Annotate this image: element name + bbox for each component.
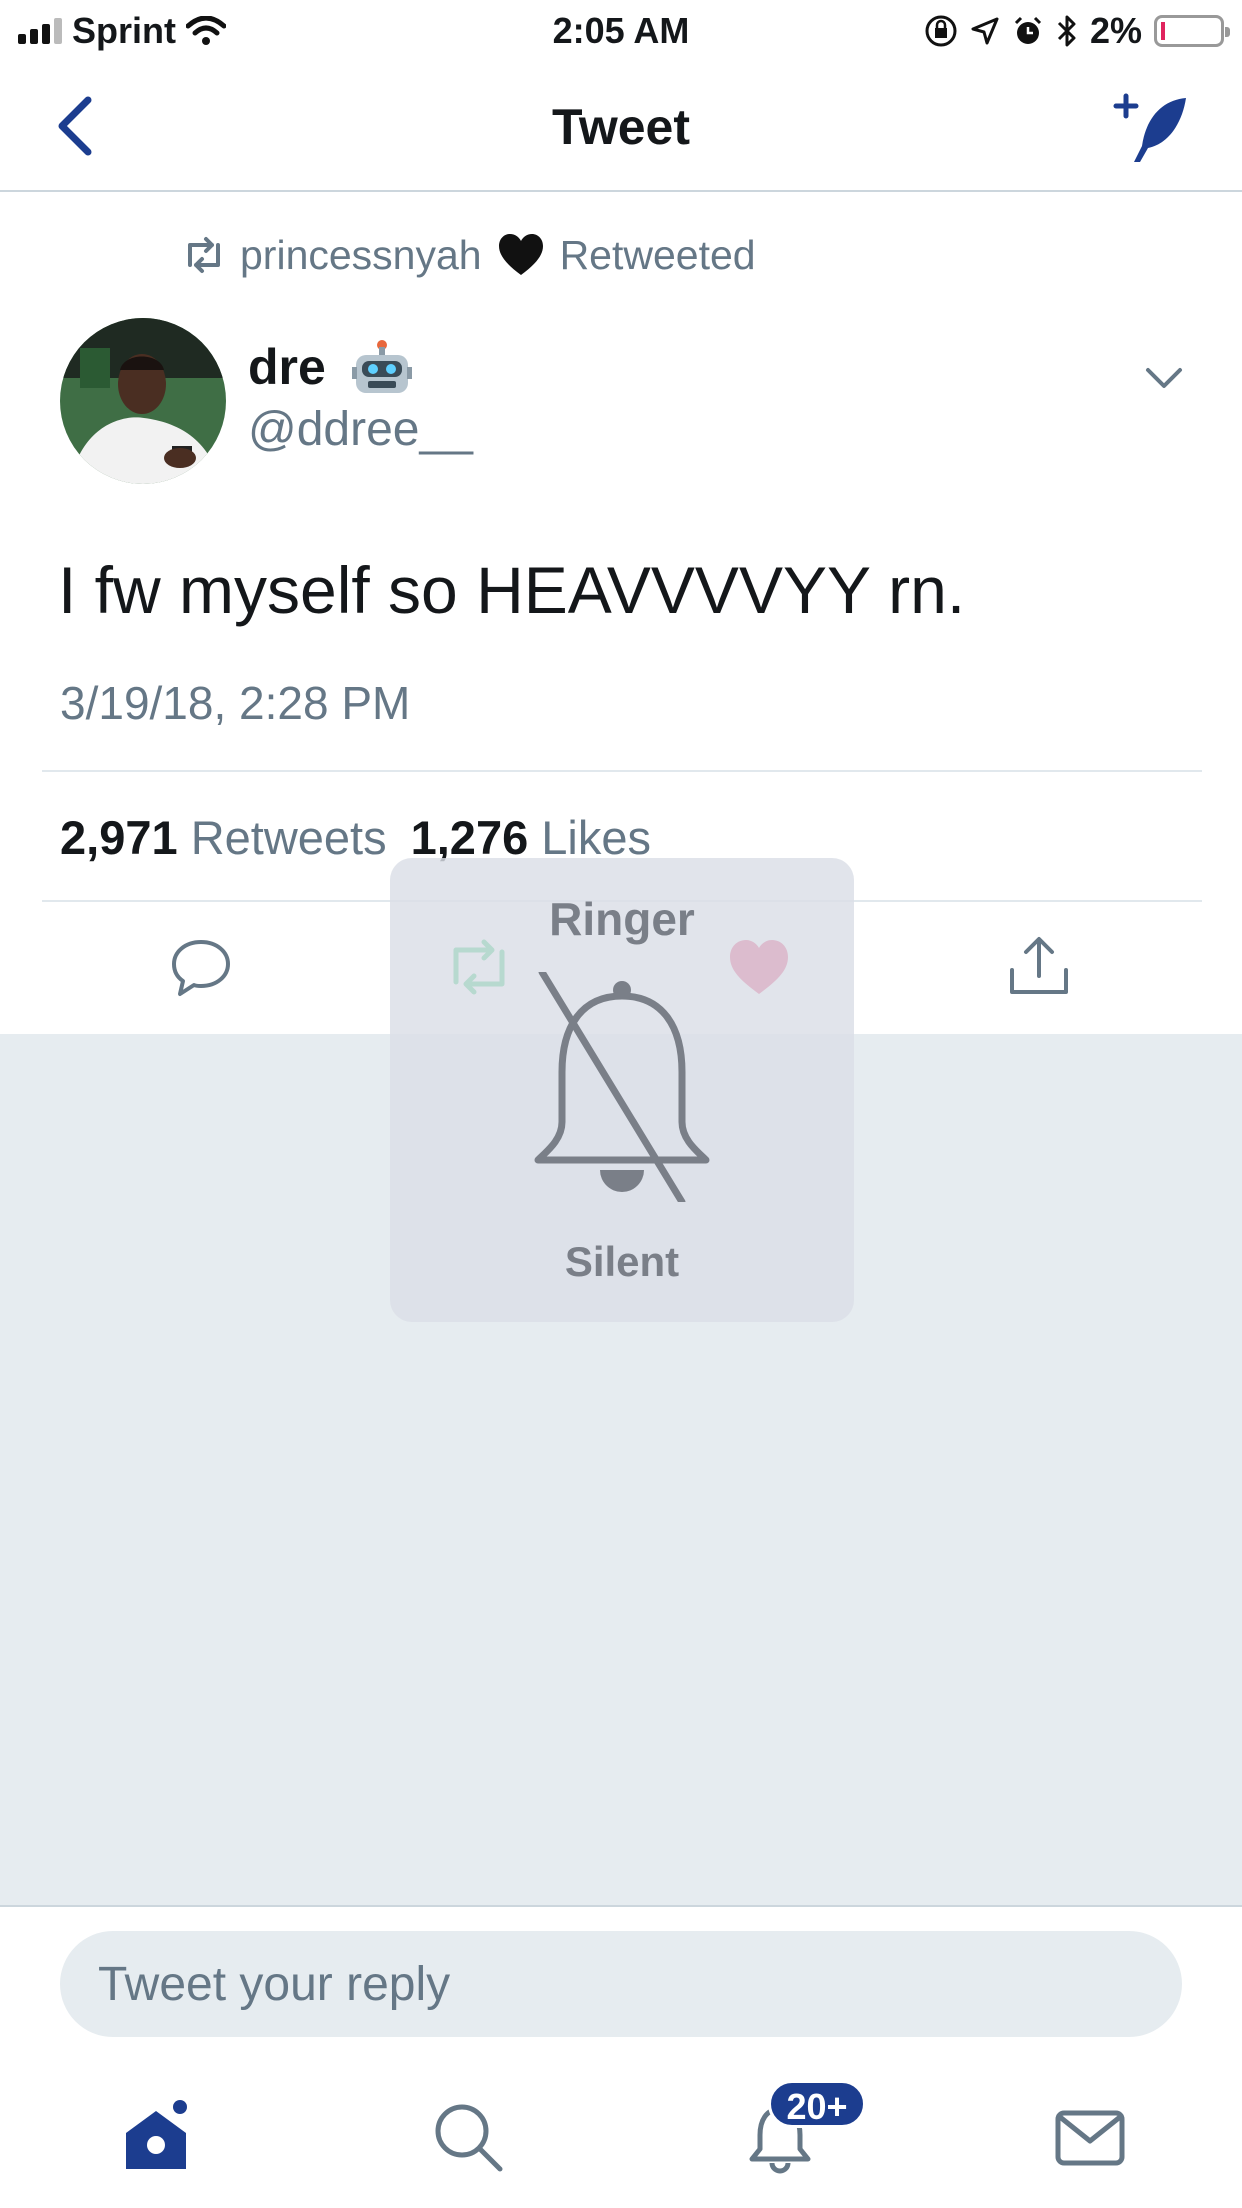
alarm-icon bbox=[1014, 16, 1042, 44]
robot-emoji-icon bbox=[351, 340, 412, 393]
search-icon[interactable] bbox=[430, 2099, 506, 2175]
ringer-title: Ringer bbox=[549, 893, 695, 945]
battery-percent: 2% bbox=[1089, 10, 1142, 51]
home-icon[interactable] bbox=[118, 2099, 194, 2175]
status-bar: Sprint 2:05 AM 2% bbox=[0, 0, 1242, 62]
chevron-down-icon[interactable] bbox=[1142, 360, 1186, 394]
location-icon bbox=[971, 17, 999, 45]
retweet-count: 2,971 bbox=[60, 811, 178, 864]
notifications-badge: 20+ bbox=[768, 2080, 866, 2128]
status-right: 2% bbox=[924, 10, 1230, 52]
compose-tweet-icon[interactable] bbox=[1112, 90, 1192, 170]
retweet-icon bbox=[188, 237, 220, 273]
reply-placeholder: Tweet your reply bbox=[98, 1957, 451, 2011]
ringer-silent-overlay: Ringer Silent bbox=[390, 858, 854, 1322]
navigation-bar: Tweet bbox=[0, 62, 1242, 192]
retweeter-name: princessnyah bbox=[240, 231, 482, 278]
retweeted-by-line[interactable]: princessnyah Retweeted bbox=[182, 230, 756, 280]
reply-bar: Tweet your reply bbox=[0, 1905, 1242, 2075]
retweets-stat[interactable]: 2,971 Retweets bbox=[60, 810, 387, 865]
tweet-text: I fw myself so HEAVVVVYY rn. bbox=[58, 553, 966, 627]
like-label: Likes bbox=[541, 811, 652, 864]
tweet-stats: 2,971 Retweets 1,276 Likes bbox=[60, 810, 651, 865]
author-handle[interactable]: @ddree__ bbox=[248, 402, 473, 457]
black-heart-emoji-icon bbox=[498, 234, 543, 275]
tweet-detail-screen: Sprint 2:05 AM 2% Tweet princessnyah Ret… bbox=[0, 0, 1242, 2208]
avatar-photo bbox=[60, 318, 226, 484]
likes-stat[interactable]: 1,276 Likes bbox=[411, 810, 651, 865]
tab-bar bbox=[0, 2075, 1242, 2208]
retweet-label: Retweets bbox=[190, 811, 387, 864]
reply-icon[interactable] bbox=[166, 932, 236, 1002]
orientation-lock-icon bbox=[925, 15, 957, 47]
author-name[interactable]: dre bbox=[248, 338, 412, 396]
divider bbox=[42, 770, 1202, 772]
author-display-name: dre bbox=[248, 339, 326, 395]
messages-envelope-icon[interactable] bbox=[1052, 2099, 1128, 2175]
ringer-status-label: Silent bbox=[564, 1238, 680, 1285]
battery-icon bbox=[1154, 15, 1230, 47]
like-count: 1,276 bbox=[410, 811, 529, 864]
bluetooth-icon bbox=[1057, 15, 1076, 47]
reply-input[interactable]: Tweet your reply bbox=[60, 1931, 1182, 2037]
page-title: Tweet bbox=[552, 99, 690, 155]
share-icon[interactable] bbox=[1004, 932, 1074, 1002]
retweeted-label: Retweeted bbox=[559, 231, 756, 278]
bell-muted-icon bbox=[534, 972, 710, 1202]
tweet-timestamp: 3/19/18, 2:28 PM bbox=[60, 677, 411, 729]
author-avatar[interactable] bbox=[60, 318, 226, 484]
